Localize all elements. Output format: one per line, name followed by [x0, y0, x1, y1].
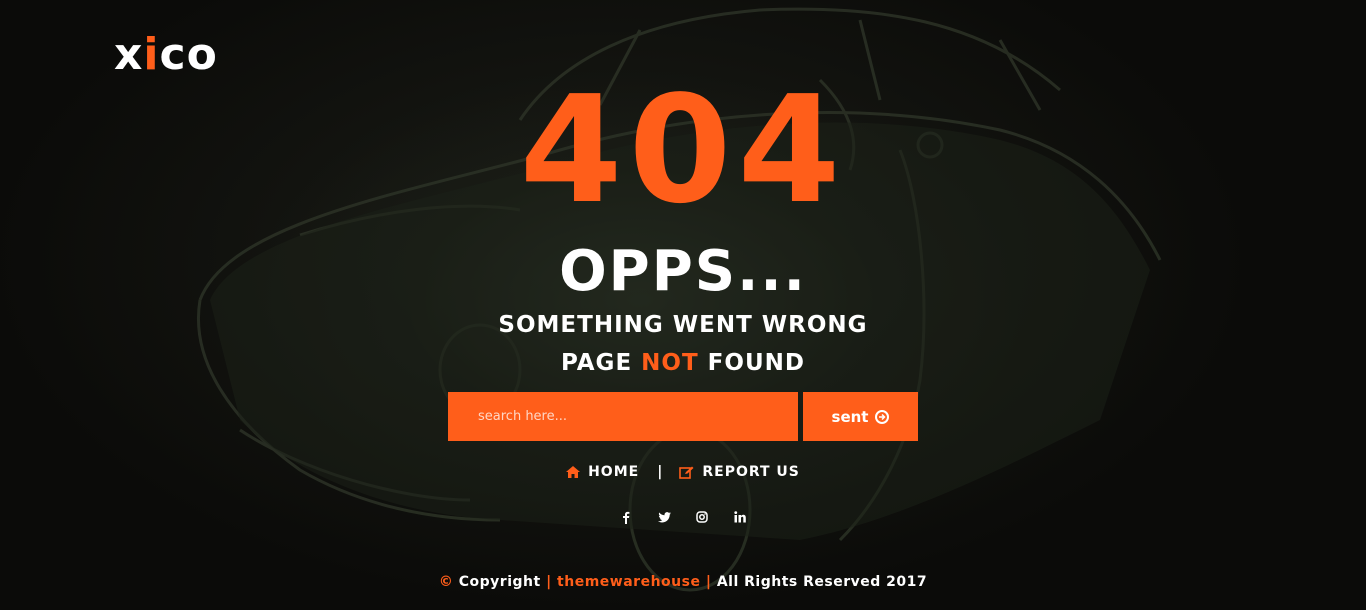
rights-text: All Rights Reserved 2017 [711, 574, 928, 590]
error-headline: OPPS... [559, 239, 807, 304]
subline2-highlight: NOT [641, 350, 699, 376]
facebook-icon[interactable] [618, 509, 634, 525]
report-us-link-label: REPORT US [702, 464, 800, 480]
sent-button-label: sent [831, 407, 869, 426]
twitter-icon[interactable] [656, 509, 672, 525]
edit-icon [679, 466, 694, 479]
instagram-icon[interactable] [694, 509, 710, 525]
copyright-label: Copyright [453, 574, 547, 590]
nav-separator: | [657, 464, 664, 480]
footer-nav: HOME | REPORT US [0, 461, 1366, 483]
search-input[interactable] [448, 392, 798, 441]
subline2-suffix: FOUND [698, 350, 805, 376]
linkedin-icon[interactable] [732, 509, 748, 525]
error-subline: SOMETHING WENT WRONG [498, 312, 868, 338]
home-link[interactable]: HOME [566, 464, 639, 480]
copyright-footer: © Copyright | themewarehouse | All Right… [0, 574, 1366, 590]
subline2-prefix: PAGE [561, 350, 642, 376]
arrow-circle-right-icon [875, 409, 890, 424]
report-us-link[interactable]: REPORT US [679, 464, 800, 480]
sent-button[interactable]: sent [803, 392, 918, 441]
company-link[interactable]: themewarehouse [552, 574, 706, 590]
social-links [0, 506, 1366, 528]
copyright-symbol: © [438, 574, 454, 590]
home-link-label: HOME [588, 464, 640, 480]
error-code: 404 [519, 64, 847, 236]
home-icon [566, 466, 581, 478]
page-not-found-text: PAGE NOT FOUND [0, 348, 1366, 378]
